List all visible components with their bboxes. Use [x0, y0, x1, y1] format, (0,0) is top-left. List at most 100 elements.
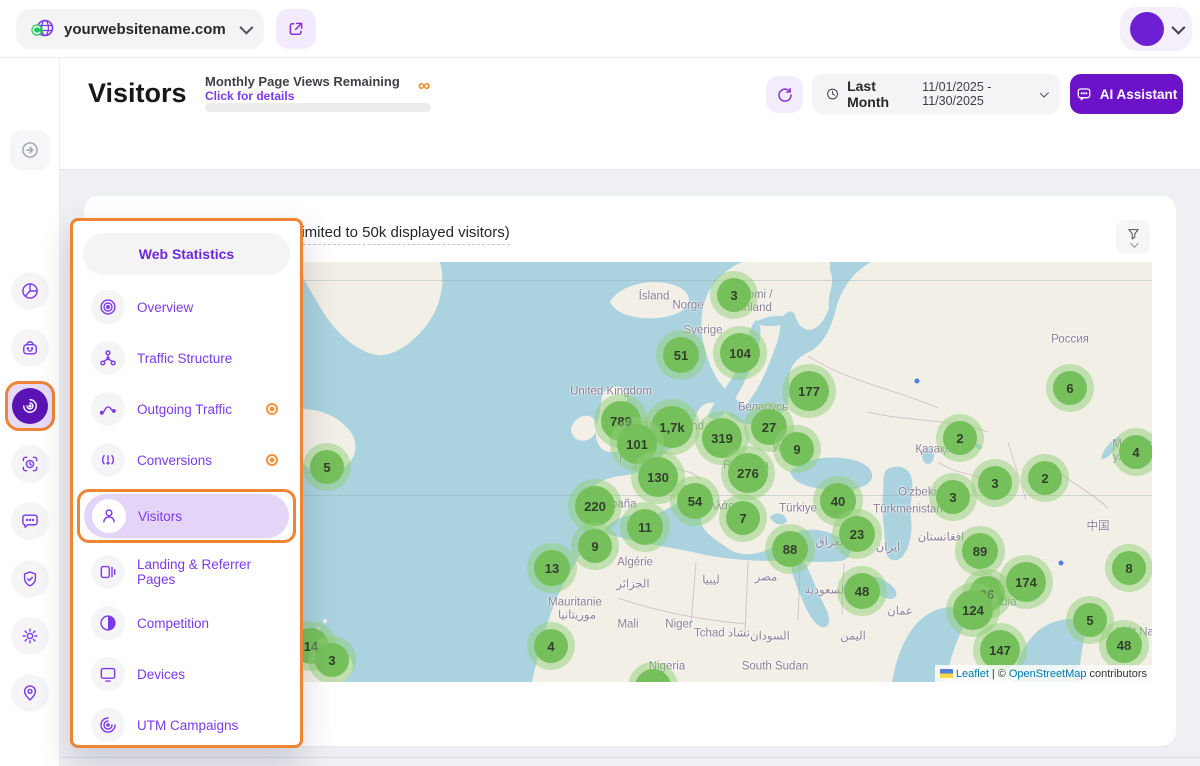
visitor-cluster-marker[interactable]: 11 [627, 509, 663, 545]
refresh-button[interactable] [766, 76, 803, 113]
map-place-label: Россия [1051, 334, 1089, 347]
visitor-cluster-marker[interactable]: 89 [962, 533, 998, 569]
visitor-cluster-marker[interactable]: 124 [953, 590, 993, 630]
visitor-cluster-marker[interactable]: 4 [534, 629, 568, 663]
visitor-cluster-marker[interactable]: 88 [772, 531, 808, 567]
notification-dot [266, 454, 278, 466]
menu-item-traffic-structure[interactable]: Traffic Structure [83, 336, 290, 380]
competition-icon [91, 606, 125, 640]
visitor-cluster-marker[interactable]: 1,7k [651, 406, 693, 448]
menu-item-landing-referrer-pages[interactable]: Landing & Referrer Pages [83, 550, 290, 594]
visitor-cluster-marker[interactable]: 2 [943, 421, 977, 455]
landing-icon [91, 555, 125, 589]
visitor-cluster-marker[interactable]: 147 [980, 630, 1020, 670]
visitor-cluster-marker[interactable]: 3 [936, 480, 970, 514]
menu-item-visitors[interactable]: Visitors [84, 494, 289, 538]
chevron-down-icon [1040, 88, 1049, 97]
menu-item-utm-campaigns[interactable]: UTM Campaigns [83, 703, 290, 747]
map-filter-button[interactable] [1116, 220, 1150, 254]
visitor-cluster-marker[interactable]: 4 [1119, 435, 1152, 469]
visitor-cluster-marker[interactable]: 3 [315, 643, 349, 677]
map-place-label: Mali [617, 619, 638, 632]
visitor-cluster-marker[interactable]: 2 [1028, 461, 1062, 495]
devices-icon [91, 657, 125, 691]
clock-icon [826, 86, 839, 102]
gear-icon [20, 626, 40, 646]
map-place-label: ليبيا [702, 575, 719, 588]
menu-item-competition[interactable]: Competition [83, 601, 290, 645]
visitor-cluster-marker[interactable]: 3 [978, 466, 1012, 500]
visitor-cluster-marker[interactable]: 5 [310, 450, 344, 484]
visitor-cluster-marker[interactable]: 104 [720, 333, 760, 373]
rail-item-scan-session[interactable] [11, 445, 49, 483]
active-menu-item-highlight: Visitors [77, 489, 296, 543]
bag-icon [20, 338, 40, 358]
date-range-picker[interactable]: Last Month 11/01/2025 - 11/30/2025 [812, 74, 1060, 114]
web-statistics-flyout: Web Statistics OverviewTraffic Structure… [70, 218, 303, 748]
map-place-label: Niger [665, 619, 692, 632]
visitor-cluster-marker[interactable]: 7 [726, 501, 760, 535]
map-place-label: Norge [672, 300, 703, 313]
rail-item-web-statistics-active[interactable] [5, 381, 55, 431]
visitor-cluster-marker[interactable]: 40 [820, 483, 856, 519]
visitor-cluster-marker[interactable]: 48 [1106, 627, 1142, 663]
rail-item-location-pin[interactable] [11, 674, 49, 712]
ai-assistant-button[interactable]: AI Assistant [1070, 74, 1183, 114]
map-place-label: Ísland [639, 291, 670, 304]
rail-item-collapse[interactable] [10, 130, 50, 170]
open-website-button[interactable] [276, 9, 316, 49]
refresh-icon [776, 86, 794, 104]
nav-rail [0, 58, 60, 766]
rail-item-pie-chart[interactable] [11, 272, 49, 310]
map-place-label: عمان [887, 606, 912, 619]
website-favicon [30, 18, 54, 40]
shield-check-icon [20, 569, 40, 589]
menu-item-label: Visitors [138, 509, 281, 524]
osm-link[interactable]: OpenStreetMap [1009, 668, 1087, 680]
rail-item-shield-check[interactable] [11, 560, 49, 598]
visitor-cluster-marker[interactable]: 220 [575, 486, 615, 526]
visitor-cluster-marker[interactable]: 9 [780, 432, 814, 466]
ai-assistant-label: AI Assistant [1100, 87, 1178, 102]
map-place-label: Algérie [617, 557, 653, 570]
map-place-label: افغانستان [918, 532, 965, 545]
quota-details-link[interactable]: Click for details [205, 89, 294, 103]
menu-item-outgoing-traffic[interactable]: Outgoing Traffic [83, 387, 290, 431]
visitor-cluster-marker[interactable]: 13 [534, 550, 570, 586]
visitor-cluster-marker[interactable]: 174 [1006, 562, 1046, 602]
visitor-cluster-marker[interactable]: 9 [578, 529, 612, 563]
menu-item-label: Overview [137, 300, 282, 315]
menu-item-label: UTM Campaigns [137, 718, 282, 733]
visitor-cluster-marker[interactable]: 3 [717, 278, 751, 312]
visitor-cluster-marker[interactable]: 48 [844, 573, 880, 609]
outgoing-icon [91, 392, 125, 426]
map-place-label: Tchad تشاد [694, 628, 750, 641]
map-place-label: 中国 [1087, 521, 1110, 534]
visitor-cluster-marker[interactable]: 8 [1112, 551, 1146, 585]
rail-item-bag[interactable] [11, 329, 49, 367]
rail-item-chat[interactable] [11, 502, 49, 540]
map-place-label: السعودية [805, 585, 848, 598]
visitor-cluster-marker[interactable]: 51 [663, 337, 699, 373]
leaflet-link[interactable]: Leaflet [956, 668, 989, 680]
map-place-label: اليمن [840, 631, 866, 644]
page-bottom-divider [0, 757, 1200, 758]
visitor-cluster-marker[interactable]: 5 [1073, 603, 1107, 637]
menu-item-devices[interactable]: Devices [83, 652, 290, 696]
page-title: Visitors [88, 78, 187, 109]
menu-item-overview[interactable]: Overview [83, 285, 290, 329]
rail-item-gear[interactable] [11, 617, 49, 655]
date-range-value: 11/01/2025 - 11/30/2025 [922, 80, 1032, 108]
visitor-cluster-marker[interactable]: 319 [702, 418, 742, 458]
website-selector[interactable]: yourwebsitename.com [16, 9, 264, 49]
visitor-cluster-marker[interactable]: 130 [638, 457, 678, 497]
map-place-label: United Kingdom [570, 386, 652, 399]
visitor-cluster-marker[interactable]: 23 [839, 516, 875, 552]
visitor-cluster-marker[interactable]: 6 [1053, 371, 1087, 405]
funnel-icon [1126, 227, 1141, 241]
visitor-cluster-marker[interactable]: 177 [789, 371, 829, 411]
user-menu[interactable] [1120, 7, 1192, 51]
visitor-cluster-marker[interactable]: 276 [728, 453, 768, 493]
visitor-cluster-marker[interactable]: 54 [677, 483, 713, 519]
menu-item-conversions[interactable]: Conversions [83, 438, 290, 482]
